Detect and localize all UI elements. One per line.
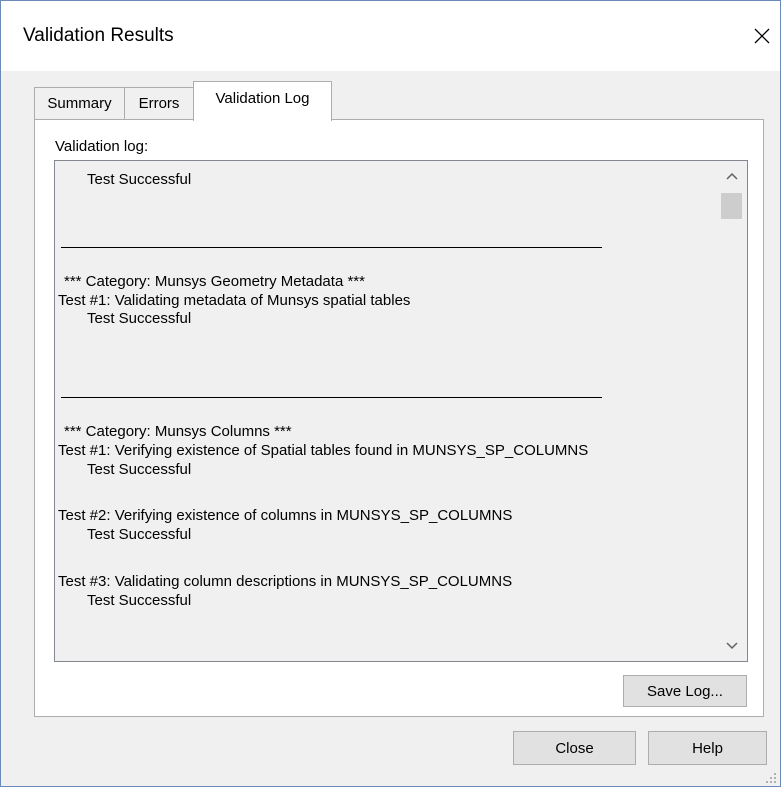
close-icon[interactable] xyxy=(749,23,775,49)
log-separator xyxy=(61,397,602,398)
log-separator xyxy=(61,247,602,248)
log-line: Test #3: Validating column descriptions … xyxy=(58,573,513,590)
window-title: Validation Results xyxy=(23,25,174,46)
save-log-button[interactable]: Save Log... xyxy=(623,675,747,707)
log-line: Test Successful xyxy=(87,171,192,188)
resize-grip-icon[interactable] xyxy=(765,771,777,783)
scrollbar-thumb[interactable] xyxy=(721,193,742,219)
validation-results-dialog: Validation Results Summary Errors Valida… xyxy=(0,0,781,787)
log-line: Test #1: Verifying existence of Spatial … xyxy=(58,442,589,459)
help-button[interactable]: Help xyxy=(648,731,767,765)
tab-errors[interactable]: Errors xyxy=(124,87,194,119)
close-button[interactable]: Close xyxy=(513,731,636,765)
log-line: Test #1: Validating metadata of Munsys s… xyxy=(58,292,411,309)
chevron-up-icon[interactable] xyxy=(717,163,747,189)
chevron-down-icon[interactable] xyxy=(717,633,747,659)
title-bar: Validation Results xyxy=(1,1,780,71)
tab-validation-log[interactable]: Validation Log xyxy=(193,81,332,121)
log-line: Test Successful xyxy=(87,461,192,478)
tab-summary[interactable]: Summary xyxy=(34,87,125,119)
log-line: Test #2: Verifying existence of columns … xyxy=(58,507,513,524)
log-line: *** Category: Munsys Columns *** xyxy=(64,423,292,440)
log-line: Test Successful xyxy=(87,310,192,327)
validation-log-label: Validation log: xyxy=(55,138,149,155)
vertical-scrollbar[interactable] xyxy=(717,161,747,661)
validation-log-panel: Validation log: Test Successful *** Cate… xyxy=(34,119,764,717)
validation-log-textbox[interactable]: Test Successful *** Category: Munsys Geo… xyxy=(54,160,748,662)
log-line: *** Category: Munsys Geometry Metadata *… xyxy=(64,273,365,290)
log-line: Test Successful xyxy=(87,526,192,543)
log-line: Test Successful xyxy=(87,592,192,609)
